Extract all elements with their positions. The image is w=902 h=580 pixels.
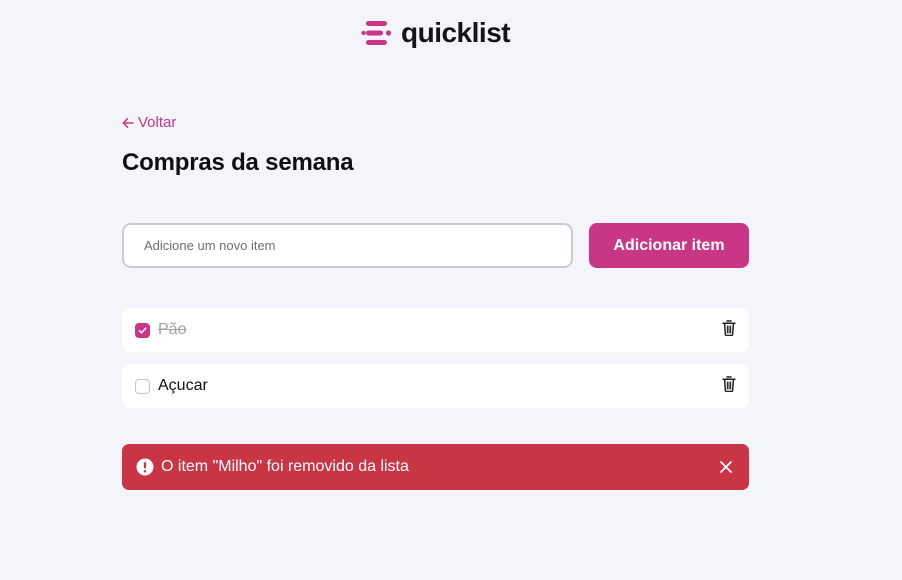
toast-message: O item "Milho" foi removido da lista bbox=[161, 458, 409, 475]
app-page: quicklist Voltar Compras da semana Adici… bbox=[0, 0, 902, 580]
check-icon bbox=[138, 326, 147, 334]
add-item-button[interactable]: Adicionar item bbox=[589, 223, 749, 268]
back-link-label: Voltar bbox=[138, 114, 177, 131]
trash-icon bbox=[722, 320, 736, 336]
arrow-left-icon bbox=[122, 117, 134, 128]
item-checkbox[interactable] bbox=[135, 378, 150, 394]
new-item-input[interactable] bbox=[122, 223, 573, 268]
item-label: Pão bbox=[158, 321, 187, 338]
delete-item-button[interactable] bbox=[721, 376, 737, 392]
page-title: Compras da semana bbox=[122, 149, 354, 176]
item-checkbox[interactable] bbox=[135, 322, 150, 338]
list-item: Pão bbox=[122, 308, 749, 352]
close-icon bbox=[720, 461, 732, 473]
trash-icon bbox=[722, 376, 736, 392]
removed-item-toast: O item "Milho" foi removido da lista bbox=[122, 444, 749, 490]
list-logo-icon bbox=[361, 21, 392, 45]
logo: quicklist bbox=[361, 17, 511, 48]
item-label: Açucar bbox=[158, 377, 208, 394]
list-item: Açucar bbox=[122, 364, 749, 408]
alert-circle-icon bbox=[136, 458, 154, 476]
delete-item-button[interactable] bbox=[721, 320, 737, 336]
logo-text: quicklist bbox=[401, 17, 511, 48]
close-toast-button[interactable] bbox=[719, 460, 733, 474]
back-link[interactable]: Voltar bbox=[122, 114, 176, 131]
